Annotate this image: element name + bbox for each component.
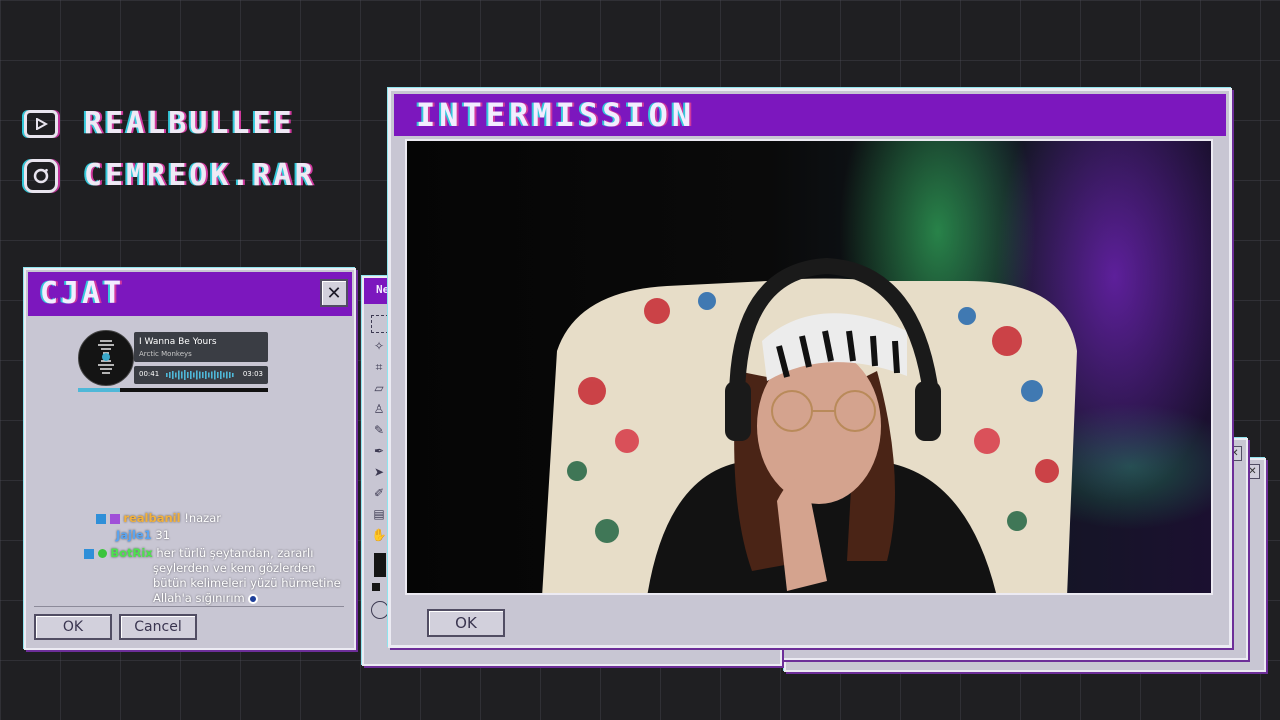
chat-text: şeylerden ve kem gözlerden bbox=[153, 561, 316, 575]
select-tool-icon[interactable] bbox=[371, 315, 389, 333]
stamp-tool-icon[interactable]: ♙ bbox=[371, 401, 387, 417]
webcam-feed bbox=[405, 139, 1213, 595]
chat-username[interactable]: Jajle1 bbox=[116, 528, 152, 542]
chat-window: CJAT ✕ I Wanna Be Yours Arctic Monkeys 0… bbox=[24, 268, 356, 650]
chat-message: realbanil !nazar bbox=[96, 511, 221, 526]
divider bbox=[34, 606, 344, 607]
close-icon: ✕ bbox=[326, 282, 342, 304]
chat-window-title: CJAT bbox=[40, 276, 125, 311]
playback-progress-track[interactable] bbox=[78, 388, 268, 392]
webcam-scene bbox=[542, 257, 1077, 593]
sub-badge-icon bbox=[109, 513, 120, 524]
instagram-handle: CEMREOK.RAR bbox=[84, 158, 316, 193]
eraser-tool-icon[interactable]: ▱ bbox=[371, 380, 387, 396]
track-title: I Wanna Be Yours bbox=[139, 337, 217, 347]
intermission-title: INTERMISSION bbox=[416, 96, 696, 134]
playback-panel: 00:41 03:03 bbox=[134, 366, 268, 384]
crop-tool-icon[interactable]: ⌗ bbox=[371, 359, 387, 375]
track-info-panel: I Wanna Be Yours Arctic Monkeys bbox=[134, 332, 268, 362]
track-artist: Arctic Monkeys bbox=[139, 350, 192, 358]
chat-window-titlebar: CJAT bbox=[28, 272, 352, 316]
cancel-button[interactable]: Cancel bbox=[119, 614, 197, 640]
youtube-handle: REALBULLEE bbox=[84, 106, 295, 141]
lasso-tool-icon[interactable]: ✧ bbox=[371, 338, 387, 354]
ok-button[interactable]: OK bbox=[34, 614, 112, 640]
playback-progress-fill bbox=[78, 388, 120, 392]
text-tool-icon[interactable]: ▤ bbox=[371, 506, 387, 522]
chat-message-end: Allah'a sığınırım bbox=[153, 591, 259, 606]
ok-button[interactable]: OK bbox=[427, 609, 505, 637]
album-art bbox=[78, 330, 134, 386]
chat-username[interactable]: BotRix bbox=[110, 546, 152, 560]
intermission-window: INTERMISSION OK bbox=[388, 88, 1232, 648]
intermission-titlebar: INTERMISSION bbox=[394, 94, 1226, 136]
chat-message: BotRix her türlü şeytandan, zararlı bbox=[84, 546, 313, 561]
pen-nib-icon[interactable]: ✐ bbox=[371, 485, 387, 501]
elapsed-time: 00:41 bbox=[139, 370, 160, 378]
pointer-tool-icon[interactable]: ➤ bbox=[371, 464, 387, 480]
youtube-social: REALBULLEE bbox=[24, 106, 295, 141]
waveform-icon bbox=[166, 370, 234, 380]
chat-text: her türlü şeytandan, zararlı bbox=[156, 546, 314, 560]
duration-time: 03:03 bbox=[242, 370, 263, 378]
instagram-icon bbox=[24, 158, 58, 193]
chat-text: 31 bbox=[155, 528, 171, 542]
chat-message: Jajle1 31 bbox=[116, 528, 170, 543]
verified-icon bbox=[97, 549, 107, 558]
chat-text: bütün kelimeleri yüzü hürmetine bbox=[153, 576, 341, 590]
close-button[interactable]: ✕ bbox=[320, 279, 348, 307]
nazar-emote-icon bbox=[248, 593, 259, 604]
foreground-color-swatch[interactable] bbox=[374, 553, 386, 577]
pen-tool-icon[interactable]: ✒ bbox=[371, 443, 387, 459]
brush-tool-icon[interactable]: ✎ bbox=[371, 422, 387, 438]
sound-wave-icon bbox=[98, 340, 114, 374]
badge-icon bbox=[96, 513, 106, 524]
chat-username[interactable]: realbanil bbox=[123, 511, 180, 525]
chat-text: !nazar bbox=[184, 511, 221, 525]
instagram-social: CEMREOK.RAR bbox=[24, 158, 316, 193]
youtube-icon bbox=[24, 109, 58, 138]
chat-text: Allah'a sığınırım bbox=[153, 591, 245, 605]
quick-mask-icon[interactable] bbox=[371, 601, 389, 619]
badge-icon bbox=[84, 548, 94, 559]
color-reset-icon[interactable] bbox=[372, 583, 380, 591]
hand-tool-icon[interactable]: ✋ bbox=[371, 527, 387, 543]
